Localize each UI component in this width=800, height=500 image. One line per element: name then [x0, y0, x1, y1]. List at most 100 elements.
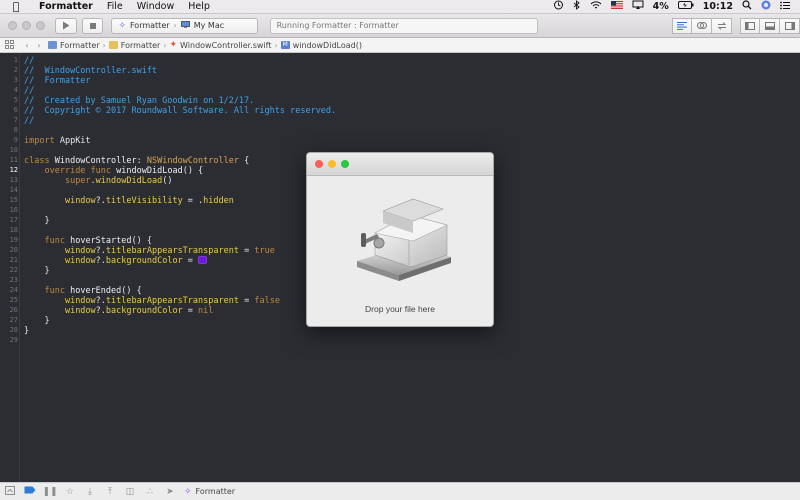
- menu-app-name[interactable]: Formatter: [32, 1, 100, 12]
- line-number: 11: [9, 156, 18, 164]
- code-line: class WindowController: NSWindowControll…: [24, 156, 250, 166]
- run-button[interactable]: [55, 17, 77, 34]
- menu-file[interactable]: File: [100, 1, 130, 12]
- code-line: //: [24, 86, 35, 96]
- formatter-close-button[interactable]: [315, 160, 323, 168]
- code-line: func hoverStarted() {: [44, 236, 152, 246]
- step-in-icon[interactable]: ⤓: [80, 487, 100, 497]
- zoom-window-button[interactable]: [36, 21, 45, 30]
- line-number: 1: [13, 56, 18, 64]
- wifi-icon[interactable]: [590, 0, 602, 13]
- line-number: 14: [9, 186, 18, 194]
- stop-button[interactable]: [81, 17, 104, 34]
- airplay-icon[interactable]: [632, 0, 644, 13]
- scheme-app-icon: ✧: [118, 20, 126, 31]
- navigator-toggle-button[interactable]: [740, 17, 760, 34]
- formatter-titlebar[interactable]: [307, 153, 493, 176]
- notification-center-icon[interactable]: [780, 1, 790, 13]
- code-line: func hoverEnded() {: [44, 286, 142, 296]
- memory-graph-icon[interactable]: ∴: [140, 487, 160, 497]
- version-editor-button[interactable]: [712, 17, 732, 34]
- step-out-icon[interactable]: ⤒: [100, 487, 120, 497]
- menu-help[interactable]: Help: [181, 1, 217, 12]
- method-icon: M: [280, 41, 290, 49]
- breadcrumb-file[interactable]: ✦ WindowController.swift: [167, 40, 275, 50]
- rings-icon: [696, 22, 707, 29]
- siri-icon[interactable]: [761, 0, 771, 13]
- editor-mode-group: [672, 17, 732, 34]
- step-over-icon[interactable]: ☆: [60, 487, 80, 497]
- line-number: 24: [9, 286, 18, 294]
- breadcrumb-project[interactable]: Formatter: [45, 41, 103, 50]
- jump-bar: ‹ › Formatter › Formatter › ✦ WindowCont…: [0, 38, 800, 53]
- scheme-name: Formatter: [129, 21, 170, 30]
- apple-menu-icon[interactable]: : [0, 0, 32, 13]
- line-number: 2: [13, 66, 18, 74]
- breakpoints-icon[interactable]: [20, 486, 40, 497]
- time-machine-icon[interactable]: [553, 0, 564, 13]
- code-line: super.windowDidLoad(): [64, 176, 173, 186]
- left-panel-icon: [745, 21, 755, 30]
- line-number-gutter: 1 2 3 4 5 6 7 8 9 10 11 12 13 14 15 16 17 18 19 20 21 22 23 24 2…: [0, 53, 20, 482]
- code-line: window?.backgroundColor = nil: [64, 306, 214, 316]
- line-number: 27: [9, 316, 18, 324]
- editor-scrollbar[interactable]: [794, 53, 798, 482]
- line-number: 3: [13, 76, 18, 84]
- line-number: 19: [9, 236, 18, 244]
- breadcrumb-group-label: Formatter: [120, 40, 161, 50]
- color-literal-swatch[interactable]: [198, 256, 208, 264]
- mac-icon: [180, 21, 190, 30]
- standard-editor-button[interactable]: [672, 17, 692, 34]
- code-line: //: [24, 56, 35, 66]
- close-window-button[interactable]: [8, 21, 17, 30]
- code-line: // Formatter: [24, 76, 91, 86]
- forward-arrow-icon[interactable]: ›: [33, 41, 45, 50]
- spotlight-icon[interactable]: [742, 0, 752, 13]
- hide-debug-area-icon[interactable]: [0, 485, 20, 498]
- breadcrumb-symbol-label: windowDidLoad(): [292, 40, 362, 50]
- line-number: 12: [9, 166, 18, 174]
- battery-icon[interactable]: [677, 1, 694, 12]
- formatter-zoom-button[interactable]: [341, 160, 349, 168]
- code-line: window?.titlebarAppearsTransparent = fal…: [64, 296, 280, 306]
- line-number: 5: [13, 96, 18, 104]
- line-number: 23: [9, 276, 18, 284]
- breadcrumb-file-label: WindowController.swift: [180, 40, 272, 50]
- pause-icon[interactable]: ❚❚: [40, 487, 60, 497]
- breadcrumb-group[interactable]: Formatter: [106, 41, 164, 50]
- activity-status: Running Formatter : Formatter: [269, 17, 538, 34]
- line-number: 18: [9, 226, 18, 234]
- right-panel-icon: [784, 21, 795, 30]
- line-number: 20: [9, 246, 18, 254]
- menu-window[interactable]: Window: [130, 1, 181, 12]
- formatter-minimize-button[interactable]: [328, 160, 336, 168]
- battery-percent[interactable]: 4%: [653, 1, 669, 12]
- panel-toggle-group: [740, 17, 800, 34]
- bluetooth-icon[interactable]: [573, 0, 581, 13]
- line-number: 22: [9, 266, 18, 274]
- line-number: 8: [13, 126, 18, 134]
- minimize-window-button[interactable]: [22, 21, 31, 30]
- scheme-selector[interactable]: ✧ Formatter › My Mac: [111, 17, 258, 34]
- align-lines-icon: [677, 21, 687, 30]
- debug-target-app-icon: ✧: [184, 486, 192, 497]
- formatter-window[interactable]: Drop your file here: [306, 152, 494, 327]
- project-icon: [48, 41, 57, 49]
- code-line: // WindowController.swift: [24, 66, 158, 76]
- breadcrumb-symbol[interactable]: M windowDidLoad(): [278, 41, 365, 50]
- bottom-panel-icon: [764, 21, 775, 30]
- menu-bar:  Formatter File Window Help 4% 10:12: [0, 0, 800, 14]
- drop-file-label: Drop your file here: [365, 304, 435, 314]
- clock[interactable]: 10:12: [703, 1, 733, 12]
- utilities-toggle-button[interactable]: [780, 17, 800, 34]
- code-line: window?.titlebarAppearsTransparent = tru…: [64, 246, 275, 256]
- back-arrow-icon[interactable]: ‹: [21, 41, 33, 50]
- related-items-icon[interactable]: [3, 39, 15, 51]
- debug-target-label[interactable]: Formatter: [196, 487, 236, 496]
- assistant-editor-button[interactable]: [692, 17, 712, 34]
- location-icon[interactable]: ➤: [160, 487, 180, 497]
- line-number: 13: [9, 176, 18, 184]
- flag-icon[interactable]: [610, 1, 623, 12]
- debug-area-toggle-button[interactable]: [760, 17, 780, 34]
- view-debugger-icon[interactable]: ◫: [120, 487, 140, 497]
